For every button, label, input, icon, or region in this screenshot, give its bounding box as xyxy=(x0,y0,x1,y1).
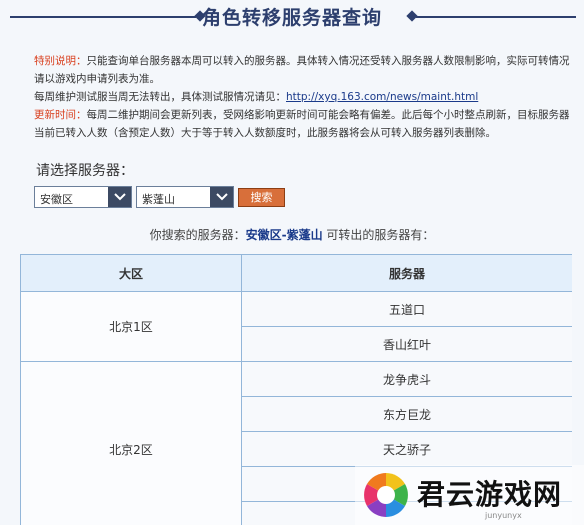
header-right-rule xyxy=(416,16,576,18)
search-button[interactable]: 搜索 xyxy=(238,188,285,207)
watermark-subtext: junyunyx xyxy=(485,511,522,520)
chevron-down-icon[interactable] xyxy=(210,187,233,207)
table-header-row: 大区 服务器 xyxy=(20,254,572,292)
region-cell: 北京1区 xyxy=(20,291,242,362)
result-suffix: 可转出的服务器有： xyxy=(322,228,435,242)
watermark: 君云游戏网 junyunyx xyxy=(355,465,584,525)
server-select-prompt: 请选择服务器： xyxy=(36,163,134,179)
server-cell: 天之骄子 xyxy=(241,431,572,467)
chevron-down-icon[interactable] xyxy=(108,187,131,207)
maintenance-note: 每周维护测试服当周无法转出，具体测试服情况请见：http://xyq.163.c… xyxy=(14,88,574,106)
page-header: 角色转移服务器查询 xyxy=(0,0,584,34)
special-note-label: 特别说明： xyxy=(34,55,87,67)
server-select[interactable]: 紫蓬山 xyxy=(136,186,234,208)
server-select-value: 紫蓬山 xyxy=(142,193,175,206)
special-note: 特别说明：只能查询单台服务器本周可以转入的服务器。具体转入情况还受转入服务器人数… xyxy=(14,52,574,88)
update-note: 更新时间：每周二维护期间会更新列表，受网络影响更新时间可能会略有偏差。此后每个小… xyxy=(14,106,574,142)
column-header-region: 大区 xyxy=(20,254,242,292)
maintenance-note-text: 每周维护测试服当周无法转出，具体测试服情况请见： xyxy=(34,91,286,103)
region-select-value: 安徽区 xyxy=(40,193,73,206)
watermark-logo-icon xyxy=(364,473,408,517)
result-server: 安徽区-紫蓬山 xyxy=(245,228,323,242)
table-row: 北京2区 龙争虎斗 xyxy=(20,361,572,525)
region-cell: 北京2区 xyxy=(20,361,242,525)
result-summary: 你搜索的服务器：安徽区-紫蓬山 可转出的服务器有： xyxy=(0,226,584,243)
notes-section: 特别说明：只能查询单台服务器本周可以转入的服务器。具体转入情况还受转入服务器人数… xyxy=(14,52,574,142)
region-select[interactable]: 安徽区 xyxy=(34,186,132,208)
watermark-text: 君云游戏网 xyxy=(417,478,563,511)
server-cell: 香山红叶 xyxy=(241,326,572,362)
column-header-server: 服务器 xyxy=(241,254,572,292)
table-row: 北京1区 五道口 xyxy=(20,291,572,362)
update-note-text: 每周二维护期间会更新列表，受网络影响更新时间可能会略有偏差。此后每个小时整点刷新… xyxy=(34,109,570,139)
server-cell: 东方巨龙 xyxy=(241,396,572,432)
result-prefix: 你搜索的服务器： xyxy=(149,228,246,242)
server-cell: 五道口 xyxy=(241,291,572,327)
server-cell: 龙争虎斗 xyxy=(241,361,572,397)
special-note-text: 只能查询单台服务器本周可以转入的服务器。具体转入情况还受转入服务器人数限制影响，… xyxy=(34,55,570,85)
maintenance-link[interactable]: http://xyq.163.com/news/maint.html xyxy=(286,91,478,103)
update-note-label: 更新时间： xyxy=(34,109,87,121)
